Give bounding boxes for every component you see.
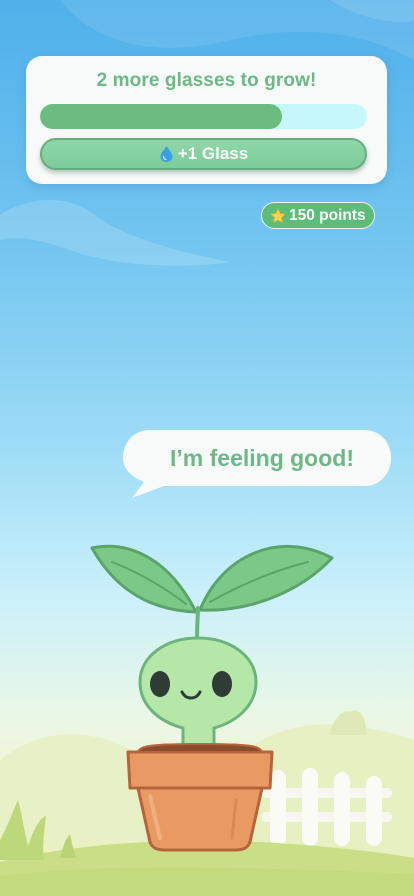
water-progress-bar [40, 104, 367, 129]
plant-eye-right [212, 671, 232, 697]
stem [195, 606, 200, 642]
growth-status-title: 2 more glasses to grow! [96, 70, 317, 91]
plant-character[interactable] [0, 520, 414, 860]
app-screen: 2 more glasses to grow! +1 Glass 150 poi… [0, 0, 414, 896]
points-badge: 150 points [261, 202, 375, 229]
points-label: 150 points [289, 206, 366, 224]
cloud-wisp-left [0, 200, 230, 266]
water-progress-fill [40, 104, 282, 129]
add-glass-label: +1 Glass [177, 144, 249, 163]
add-glass-button[interactable]: +1 Glass [40, 138, 367, 170]
water-drop-icon [159, 145, 174, 163]
star-icon [270, 208, 286, 224]
ground-front [0, 867, 414, 896]
pot-rim [126, 750, 274, 790]
leaf-left [90, 544, 198, 614]
status-card: 2 more glasses to grow! +1 Glass [26, 56, 387, 184]
leaf-right [198, 544, 334, 612]
speech-bubble-text: I’m feeling good! [170, 444, 354, 471]
plant-body [138, 636, 258, 760]
plant-eye-left [150, 671, 170, 697]
